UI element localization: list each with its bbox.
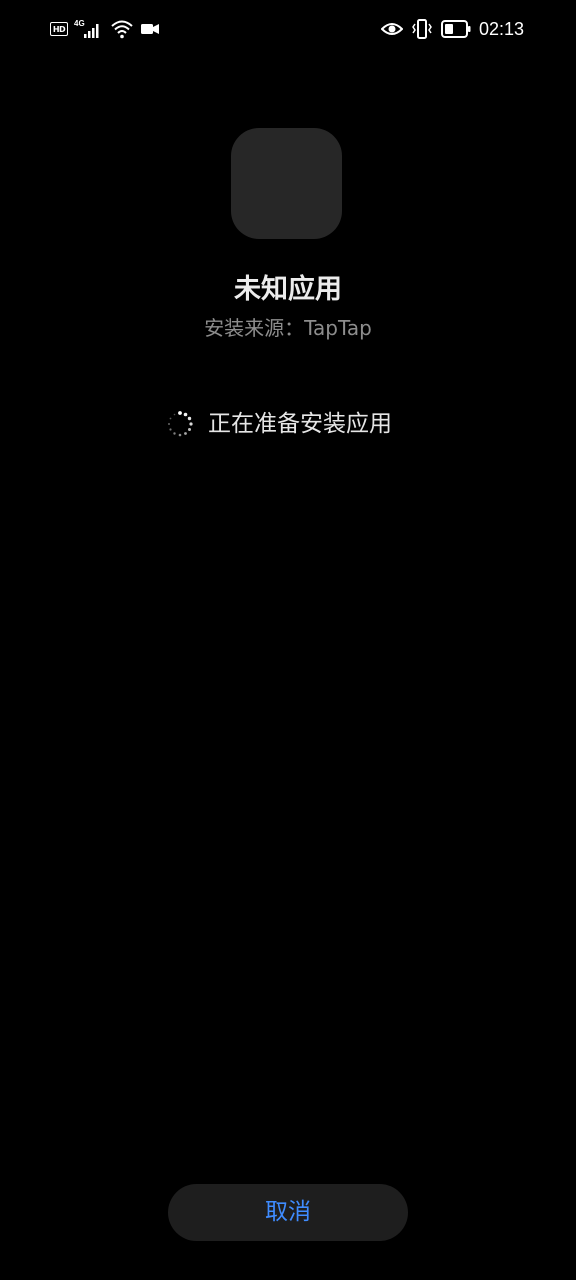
hd-icon: HD [50, 22, 68, 36]
preparing-install-label: 正在准备安装应用 [208, 411, 392, 437]
video-camera-icon [141, 24, 159, 34]
status-bar-left: HD 4G [50, 18, 160, 40]
wifi-icon [111, 20, 133, 39]
loading-spinner-icon [168, 411, 193, 437]
4g-signal-icon: 4G [74, 19, 99, 38]
vibrate-icon [412, 19, 432, 39]
battery-icon [440, 20, 471, 38]
network-type-label: 4G [74, 19, 85, 28]
status-time: 02:13 [478, 19, 524, 39]
install-source: 安装来源：TapTap [204, 316, 372, 340]
app-name: 未知应用 [234, 274, 342, 305]
eye-icon [380, 23, 403, 35]
cancel-button[interactable]: 取消 [168, 1184, 408, 1241]
app-icon-placeholder [231, 128, 342, 239]
status-bar-right: 02:13 [380, 18, 524, 40]
install-progress: 正在准备安装应用 [166, 406, 392, 442]
status-bar: HD 4G 02:13 [0, 0, 576, 58]
